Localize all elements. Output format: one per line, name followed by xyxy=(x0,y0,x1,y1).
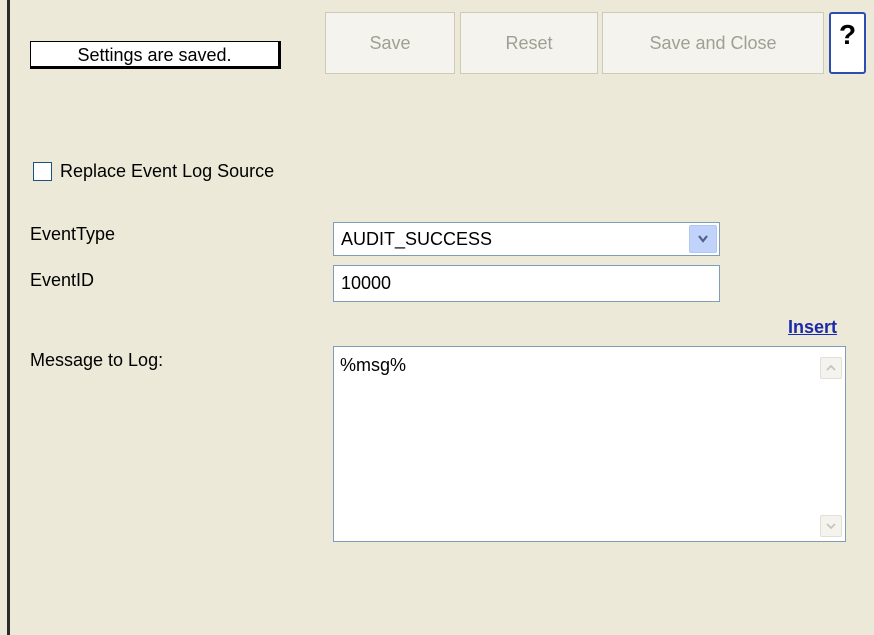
scroll-down-button[interactable] xyxy=(820,515,842,537)
chevron-down-icon xyxy=(698,235,708,243)
event-id-input[interactable]: 10000 xyxy=(333,265,720,302)
message-textarea[interactable]: %msg% xyxy=(333,346,846,542)
event-id-label: EventID xyxy=(30,270,95,290)
status-message: Settings are saved. xyxy=(30,41,279,67)
save-and-close-button[interactable]: Save and Close xyxy=(602,12,824,74)
save-button[interactable]: Save xyxy=(325,12,455,74)
message-label: Message to Log: xyxy=(30,350,164,370)
replace-source-row[interactable]: Replace Event Log Source xyxy=(33,159,274,183)
event-type-label: EventType xyxy=(30,224,116,244)
event-type-select[interactable]: AUDIT_SUCCESS xyxy=(333,222,720,256)
scroll-up-button[interactable] xyxy=(820,357,842,379)
replace-source-label[interactable]: Replace Event Log Source xyxy=(60,161,274,182)
scroll-up-icon xyxy=(826,364,836,371)
insert-link[interactable]: Insert xyxy=(788,317,837,338)
message-text: %msg% xyxy=(340,355,407,375)
reset-button[interactable]: Reset xyxy=(460,12,598,74)
help-button[interactable]: ? xyxy=(829,12,866,74)
panel-left-border xyxy=(7,0,10,635)
scroll-down-icon xyxy=(826,523,836,530)
dropdown-button[interactable] xyxy=(689,225,717,253)
event-type-value: AUDIT_SUCCESS xyxy=(341,229,493,249)
replace-source-checkbox[interactable] xyxy=(33,161,52,181)
settings-panel: Settings are saved. Save Reset Save and … xyxy=(0,0,874,635)
